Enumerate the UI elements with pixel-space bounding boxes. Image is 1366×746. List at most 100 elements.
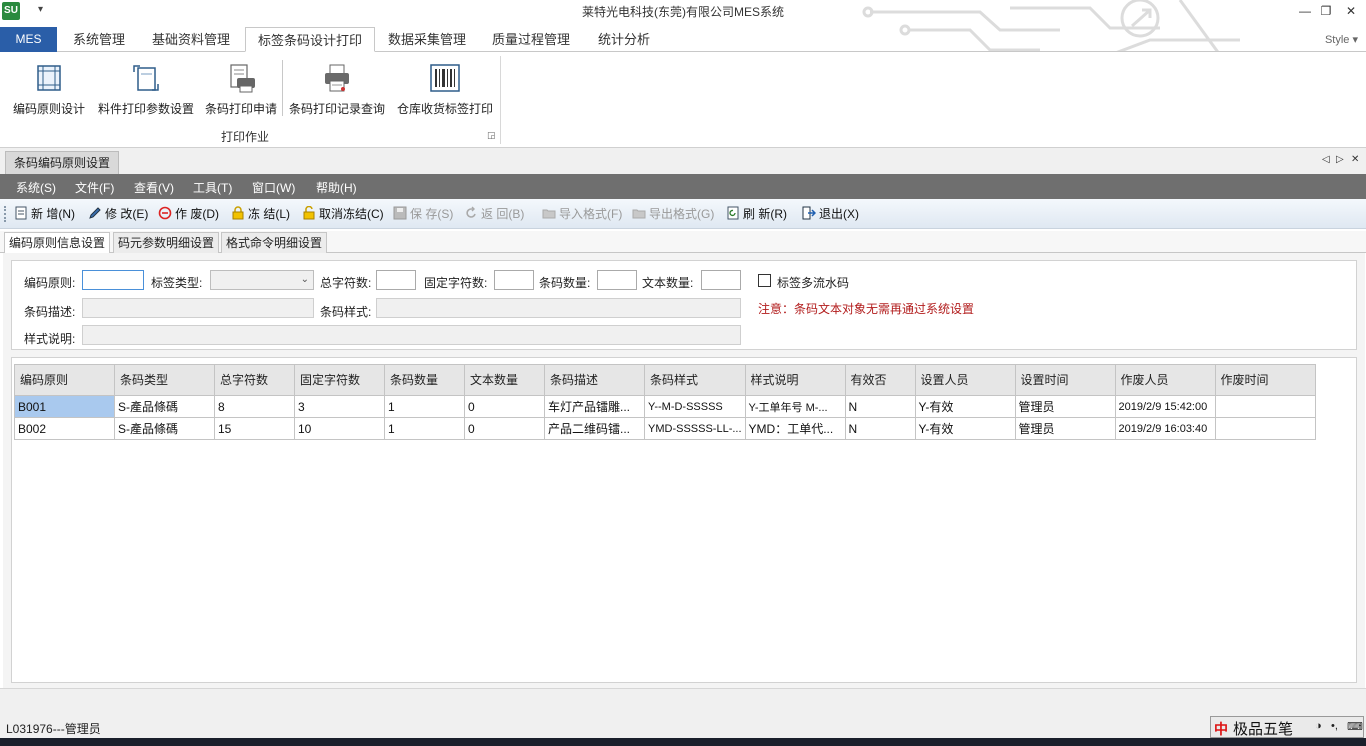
table-cell[interactable]: 10 bbox=[294, 417, 385, 440]
table-cell[interactable]: YMD：工单代... bbox=[744, 417, 846, 440]
column-header[interactable]: 作废时间 bbox=[1214, 364, 1316, 396]
ime-toolbar[interactable]: 中 极品五笔 ◑ •, ⌨ bbox=[1210, 716, 1364, 738]
table-cell[interactable]: 15 bbox=[214, 417, 295, 440]
table-cell[interactable]: 0 bbox=[464, 417, 545, 440]
ribbon-button-print-request[interactable]: 条码打印申请 bbox=[202, 56, 280, 118]
column-header[interactable]: 设置时间 bbox=[1014, 364, 1116, 396]
table-cell[interactable]: YMD-SSSSS-LL-... bbox=[644, 417, 746, 440]
undo-button[interactable]: 返 回(B) bbox=[464, 205, 524, 223]
column-header[interactable]: 条码数量 bbox=[384, 364, 465, 396]
table-cell[interactable]: 1 bbox=[384, 417, 465, 440]
table-row[interactable]: B001 S-產品條碼 8 3 1 0 车灯产品镭雕... Y--M-D-SSS… bbox=[14, 395, 1316, 418]
exit-button[interactable]: 退出(X) bbox=[802, 205, 859, 223]
refresh-button[interactable]: 刷 新(R) bbox=[726, 205, 787, 223]
scroll-right-icon[interactable]: ▷ bbox=[1336, 154, 1344, 165]
table-cell[interactable]: 管理员 bbox=[1014, 417, 1116, 440]
minimize-button[interactable]: — bbox=[1294, 2, 1316, 20]
table-cell[interactable] bbox=[1214, 395, 1316, 418]
void-button[interactable]: 作 废(D) bbox=[158, 205, 219, 223]
table-cell[interactable]: 3 bbox=[294, 395, 385, 418]
table-cell[interactable]: 管理员 bbox=[1014, 395, 1116, 418]
rule-input[interactable] bbox=[82, 270, 144, 290]
barcode-style-input[interactable] bbox=[376, 298, 741, 318]
tab-basic-data[interactable]: 基础资料管理 bbox=[141, 27, 241, 52]
table-cell[interactable]: B001 bbox=[14, 395, 115, 418]
save-button[interactable]: 保 存(S) bbox=[393, 205, 453, 223]
menu-tools[interactable]: 工具(T) bbox=[193, 179, 232, 196]
table-cell[interactable]: 2019/2/9 15:42:00 bbox=[1114, 395, 1216, 418]
table-cell[interactable]: N bbox=[844, 395, 916, 418]
table-cell[interactable]: Y-工单年号 M-... bbox=[744, 395, 846, 418]
menu-view[interactable]: 查看(V) bbox=[134, 179, 174, 196]
column-header[interactable]: 有效否 bbox=[844, 364, 916, 396]
ime-keyboard-icon[interactable]: ⌨ bbox=[1347, 720, 1363, 733]
table-cell[interactable]: 0 bbox=[464, 395, 545, 418]
ribbon-button-warehouse-label-print[interactable]: 仓库收货标签打印 bbox=[394, 56, 496, 118]
column-header[interactable]: 作废人员 bbox=[1114, 364, 1216, 396]
restore-button[interactable]: ❐ bbox=[1315, 2, 1337, 20]
menu-file[interactable]: 文件(F) bbox=[75, 179, 114, 196]
barcode-count-input[interactable] bbox=[597, 270, 637, 290]
table-cell[interactable]: Y-有效 bbox=[914, 395, 1016, 418]
close-document-icon[interactable]: ✕ bbox=[1351, 154, 1359, 165]
table-cell[interactable]: Y-有效 bbox=[914, 417, 1016, 440]
table-row[interactable]: B002 S-產品條碼 15 10 1 0 产品二维码镭... YMD-SSSS… bbox=[14, 417, 1316, 440]
tab-element-params[interactable]: 码元参数明细设置 bbox=[113, 232, 220, 253]
fixed-chars-input[interactable] bbox=[494, 270, 534, 290]
table-cell[interactable]: S-產品條碼 bbox=[114, 395, 215, 418]
text-count-input[interactable] bbox=[701, 270, 741, 290]
ribbon-button-print-params[interactable]: 料件打印参数设置 bbox=[94, 56, 198, 118]
column-header[interactable]: 样式说明 bbox=[744, 364, 846, 396]
column-header[interactable]: 文本数量 bbox=[464, 364, 545, 396]
column-header[interactable]: 设置人员 bbox=[914, 364, 1016, 396]
scroll-left-icon[interactable]: ◁ bbox=[1322, 154, 1330, 165]
tab-data-collection[interactable]: 数据采集管理 bbox=[380, 27, 474, 52]
column-header[interactable]: 条码描述 bbox=[544, 364, 645, 396]
table-cell[interactable] bbox=[1214, 417, 1316, 440]
column-header[interactable]: 编码原则 bbox=[14, 364, 115, 396]
freeze-button[interactable]: 冻 结(L) bbox=[231, 205, 290, 223]
tab-statistics[interactable]: 统计分析 bbox=[590, 27, 658, 52]
ribbon-button-print-record-query[interactable]: 条码打印记录查询 bbox=[286, 56, 388, 118]
menu-window[interactable]: 窗口(W) bbox=[252, 179, 295, 196]
column-header[interactable]: 条码样式 bbox=[644, 364, 746, 396]
document-tab[interactable]: 条码编码原则设置 bbox=[5, 151, 120, 174]
ime-halfwidth-icon[interactable]: ◑ bbox=[1315, 720, 1322, 732]
table-cell[interactable]: Y--M-D-SSSSS bbox=[644, 395, 746, 418]
style-desc-input[interactable] bbox=[82, 325, 741, 345]
new-button[interactable]: 新 增(N) bbox=[14, 205, 75, 223]
close-window-button[interactable]: ✕ bbox=[1340, 2, 1362, 20]
table-cell[interactable]: S-產品條碼 bbox=[114, 417, 215, 440]
multi-serial-checkbox[interactable] bbox=[758, 274, 771, 287]
tab-system-management[interactable]: 系统管理 bbox=[62, 27, 136, 52]
column-header[interactable]: 总字符数 bbox=[214, 364, 295, 396]
barcode-desc-input[interactable] bbox=[82, 298, 314, 318]
ribbon-button-coding-rule[interactable]: 编码原则设计 bbox=[8, 56, 90, 118]
table-cell[interactable]: 产品二维码镭... bbox=[544, 417, 645, 440]
table-cell[interactable]: 车灯产品镭雕... bbox=[544, 395, 645, 418]
group-launcher-icon[interactable]: ◲ bbox=[487, 130, 496, 141]
tab-rule-info[interactable]: 编码原则信息设置 bbox=[4, 232, 111, 254]
table-cell[interactable]: B002 bbox=[14, 417, 115, 440]
unfreeze-button[interactable]: 取消冻结(C) bbox=[302, 205, 384, 223]
table-cell[interactable]: N bbox=[844, 417, 916, 440]
app-menu-button[interactable]: MES bbox=[0, 27, 57, 52]
tab-quality-process[interactable]: 质量过程管理 bbox=[484, 27, 578, 52]
label-type-select[interactable]: ⌄ bbox=[210, 270, 314, 290]
table-cell[interactable]: 1 bbox=[384, 395, 465, 418]
menu-help[interactable]: 帮助(H) bbox=[316, 179, 357, 196]
tab-label-barcode-print[interactable]: 标签条码设计打印 bbox=[245, 27, 375, 52]
ime-name[interactable]: 极品五笔 bbox=[1233, 718, 1293, 739]
column-header[interactable]: 固定字符数 bbox=[294, 364, 385, 396]
style-dropdown[interactable]: Style ▾ bbox=[1325, 33, 1358, 46]
table-cell[interactable]: 8 bbox=[214, 395, 295, 418]
export-format-button[interactable]: 导出格式(G) bbox=[632, 205, 714, 223]
menu-system[interactable]: 系统(S) bbox=[16, 179, 56, 196]
edit-button[interactable]: 修 改(E) bbox=[88, 205, 148, 223]
total-chars-input[interactable] bbox=[376, 270, 416, 290]
import-format-button[interactable]: 导入格式(F) bbox=[542, 205, 622, 223]
tab-format-commands[interactable]: 格式命令明细设置 bbox=[221, 232, 328, 253]
ime-punctuation-icon[interactable]: •, bbox=[1331, 720, 1338, 732]
table-cell[interactable]: 2019/2/9 16:03:40 bbox=[1114, 417, 1216, 440]
column-header[interactable]: 条码类型 bbox=[114, 364, 215, 396]
